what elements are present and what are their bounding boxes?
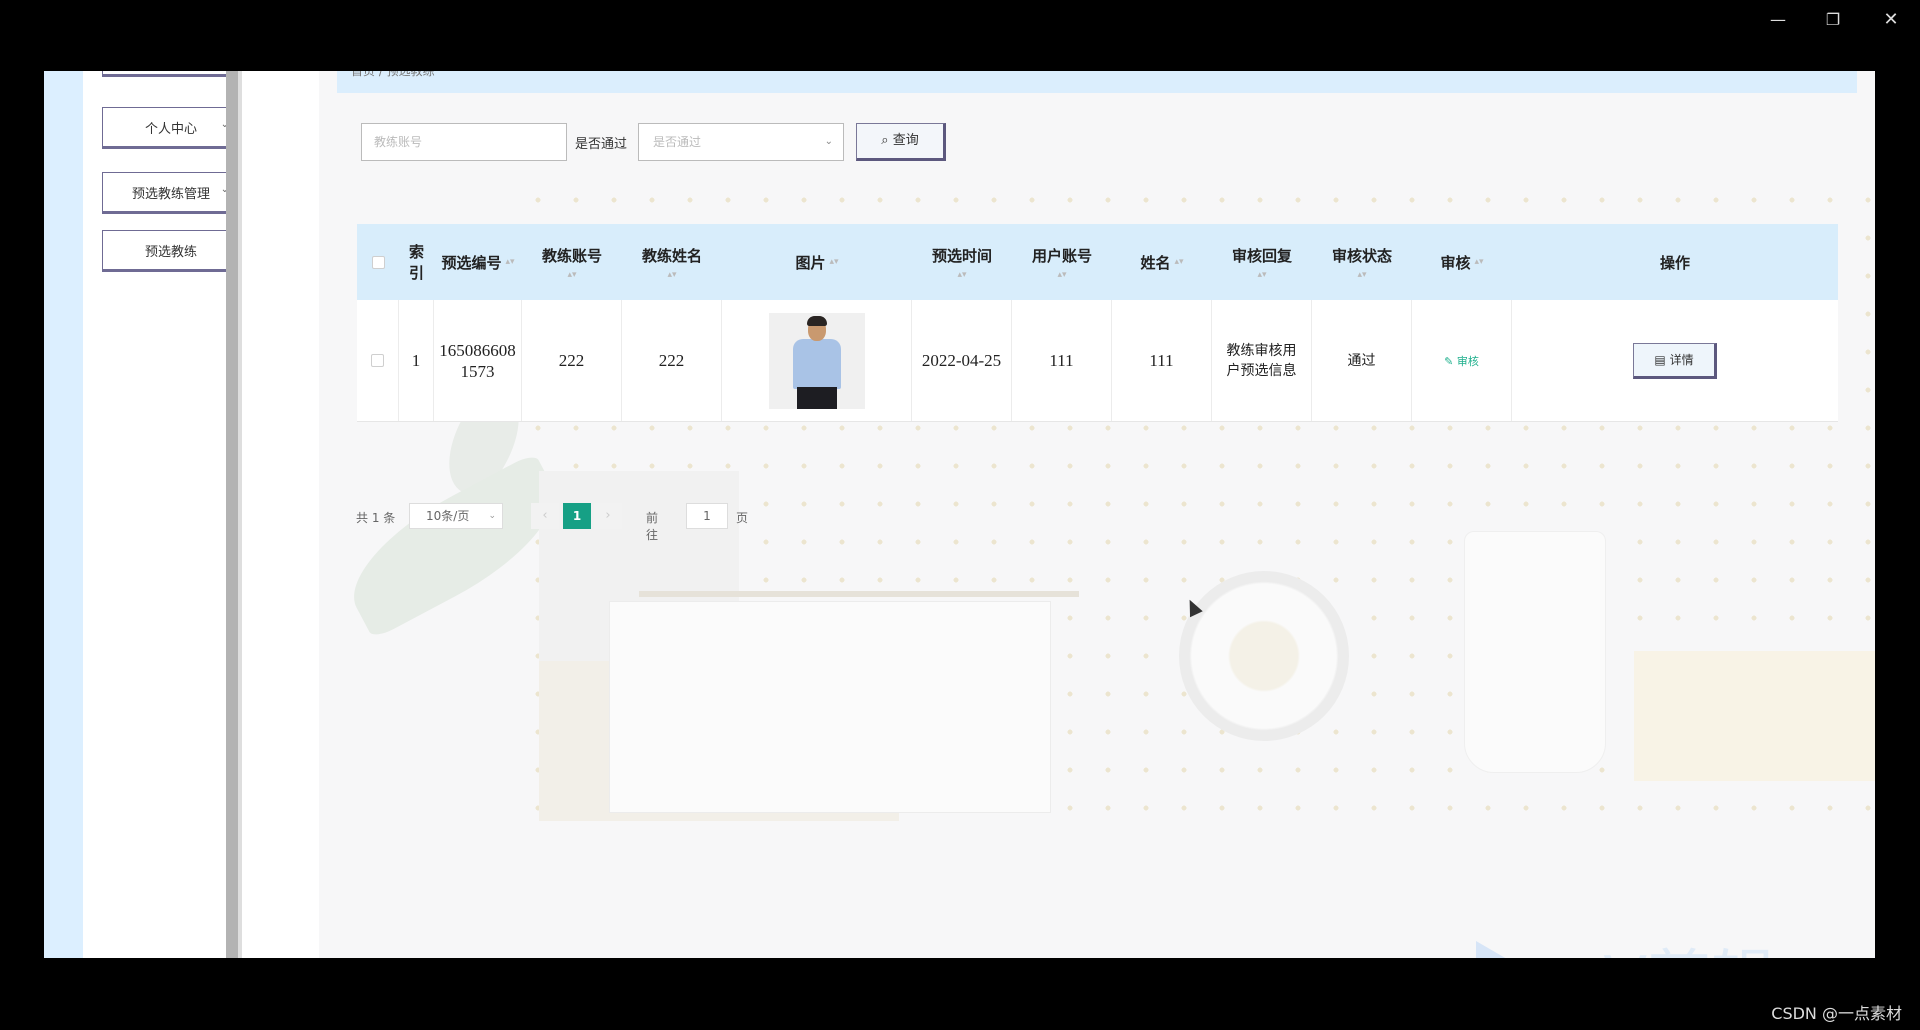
close-icon[interactable]: ✕ — [1873, 8, 1909, 32]
detail-button[interactable]: ▤ 详情 — [1633, 342, 1717, 379]
cell-image — [722, 300, 912, 421]
sidebar-item-preselect-coach-management[interactable]: 预选教练管理 ⌄ — [102, 172, 242, 214]
select-all-checkbox[interactable] — [371, 255, 385, 269]
sort-icon[interactable]: ▴▾ — [667, 270, 676, 280]
page-suffix-label: 页 — [736, 511, 749, 525]
column-label: 索引 — [408, 243, 424, 282]
footer-credit: CSDN @一点素材 — [1771, 1004, 1902, 1023]
sort-icon[interactable]: ▴▾ — [567, 270, 576, 280]
play-icon — [1476, 941, 1538, 958]
page-size-select[interactable]: 10条/页 ⌄ — [409, 503, 503, 529]
minimize-icon[interactable]: — — [1760, 8, 1796, 32]
divider — [238, 71, 242, 958]
goto-page-input[interactable]: 1 — [686, 503, 728, 529]
background-cylinder — [1464, 531, 1606, 773]
column-header-audit-reply[interactable]: 审核回复 ▴▾ — [1212, 224, 1312, 300]
preselect-no-text: 1650866081573 — [439, 340, 516, 381]
audit-reply-text: 教练审核用户预选信息 — [1226, 342, 1297, 379]
column-label: 预选编号 — [441, 253, 502, 272]
sidebar-scrollbar[interactable] — [226, 71, 238, 958]
sidebar-item-label: 预选教练 — [144, 244, 197, 260]
preselect-time-text: 2022-04-25 — [921, 351, 1002, 370]
background-box — [1634, 651, 1875, 781]
column-label: 图片 — [795, 253, 826, 272]
sort-icon[interactable]: ▴▾ — [1474, 257, 1483, 267]
cell-preselect-time: 2022-04-25 — [912, 300, 1012, 421]
person-photo[interactable] — [768, 312, 865, 409]
column-header-audit[interactable]: 审核 ▴▾ — [1412, 224, 1512, 300]
goto-label: 前往 — [646, 511, 659, 542]
cell-actions: ▤ 详情 — [1512, 300, 1838, 421]
table-row: 1 1650866081573 222 222 2022-04-25 111 1… — [357, 300, 1838, 422]
column-header-audit-status[interactable]: 审核状态 ▴▾ — [1312, 224, 1412, 300]
cell-name: 111 — [1112, 300, 1212, 421]
sidebar-item-preselect-coach[interactable]: 预选教练 — [102, 230, 242, 272]
column-header-name[interactable]: 姓名 ▴▾ — [1112, 224, 1212, 300]
select-placeholder: 是否通过 — [653, 135, 702, 149]
column-label: 教练账号 — [541, 246, 602, 265]
column-label: 教练姓名 — [641, 246, 702, 265]
column-header-index[interactable]: 索引 — [399, 224, 434, 300]
cell-preselect-no: 1650866081573 — [434, 300, 522, 421]
next-page-button[interactable]: › — [594, 503, 622, 529]
cell-audit-status: 通过 — [1312, 300, 1412, 421]
cell-audit-reply: 教练审核用户预选信息 — [1212, 300, 1312, 421]
column-label: 用户账号 — [1031, 246, 1092, 265]
background-shelf — [639, 591, 1079, 597]
row-select-cell — [357, 300, 399, 421]
column-label: 审核 — [1440, 253, 1471, 272]
sort-icon[interactable]: ▴▾ — [1257, 270, 1266, 280]
pass-filter-label: 是否通过 — [575, 137, 628, 152]
background-box — [609, 601, 1051, 813]
column-header-preselect-time[interactable]: 预选时间 ▴▾ — [912, 224, 1012, 300]
sort-icon[interactable]: ▴▾ — [505, 257, 514, 267]
background-ring — [1179, 571, 1349, 741]
pass-filter-select[interactable]: 是否通过 ⌄ — [638, 123, 844, 161]
audit-link[interactable]: ✎ 审核 — [1444, 353, 1479, 369]
sort-icon[interactable]: ▴▾ — [957, 270, 966, 280]
prev-page-button[interactable]: ‹ — [531, 503, 559, 529]
sidebar-strip — [44, 71, 83, 958]
sidebar-item-label: 预选教练管理 — [131, 186, 210, 202]
window-titlebar: — ❐ ✕ — [0, 0, 1920, 71]
column-header-actions: 操作 — [1512, 224, 1838, 300]
row-checkbox[interactable] — [371, 354, 384, 367]
watermark: eV剪辑 — [1564, 929, 1775, 958]
column-label: 姓名 — [1140, 253, 1171, 272]
coach-account-input[interactable] — [361, 123, 567, 161]
table-header: 索引 预选编号 ▴▾ 教练账号 ▴▾ 教练姓名 ▴▾ 图片 ▴▾ 预选时间 ▴▾ 用户账号… — [357, 224, 1838, 300]
chevron-down-icon: ⌄ — [488, 511, 496, 521]
sort-icon[interactable]: ▴▾ — [1174, 257, 1183, 267]
breadcrumb: 首页 / 预选教练 — [337, 71, 1857, 93]
cell-index: 1 — [399, 300, 434, 421]
select-all-cell — [357, 224, 399, 300]
cell-coach-name: 222 — [622, 300, 722, 421]
app-window: 个人中心 ⌄ 预选教练管理 ⌄ 预选教练 首页 / 预选教练 是否通过 是否通过… — [44, 71, 1875, 958]
sort-icon[interactable]: ▴▾ — [829, 257, 838, 267]
column-header-preselect-no[interactable]: 预选编号 ▴▾ — [434, 224, 522, 300]
column-header-user-account[interactable]: 用户账号 ▴▾ — [1012, 224, 1112, 300]
chevron-down-icon: ⌄ — [824, 136, 833, 147]
cell-coach-account: 222 — [522, 300, 622, 421]
sidebar-item-personal-center[interactable]: 个人中心 ⌄ — [102, 107, 242, 149]
pagination-total: 共 1 条 — [356, 511, 396, 525]
maximize-icon[interactable]: ❐ — [1815, 8, 1851, 32]
column-label: 审核状态 — [1331, 246, 1392, 265]
query-button[interactable]: ⌕ 查询 — [856, 123, 946, 161]
column-header-coach-account[interactable]: 教练账号 ▴▾ — [522, 224, 622, 300]
page-size-value: 10条/页 — [426, 509, 470, 523]
column-label: 预选时间 — [931, 246, 992, 265]
cell-audit: ✎ 审核 — [1412, 300, 1512, 421]
column-label: 审核回复 — [1231, 246, 1292, 265]
sidebar-item-label: 个人中心 — [144, 121, 197, 137]
sort-icon[interactable]: ▴▾ — [1057, 270, 1066, 280]
sort-icon[interactable]: ▴▾ — [1357, 270, 1366, 280]
cell-user-account: 111 — [1012, 300, 1112, 421]
page-number-button[interactable]: 1 — [563, 503, 591, 529]
column-header-image[interactable]: 图片 ▴▾ — [722, 224, 912, 300]
column-header-coach-name[interactable]: 教练姓名 ▴▾ — [622, 224, 722, 300]
column-label: 操作 — [1659, 253, 1690, 272]
sidebar-item-partial[interactable] — [102, 71, 242, 77]
